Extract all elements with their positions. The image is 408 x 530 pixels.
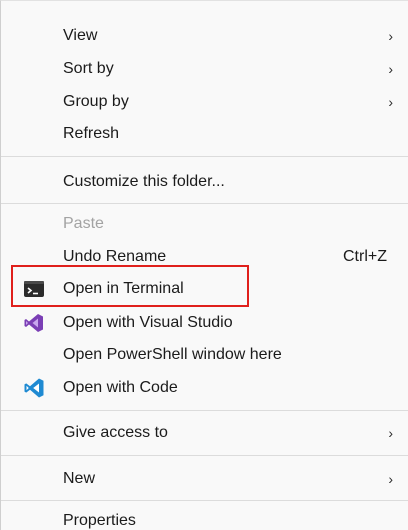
menu-item-label: Properties [63, 512, 136, 529]
menu-item-label: Undo Rename [63, 248, 167, 265]
chevron-right-icon: › [388, 61, 393, 77]
menu-item-label: Open PowerShell window here [63, 346, 282, 363]
context-menu: View › Sort by › Group by › Refresh Cust… [0, 0, 408, 530]
menu-item-paste: Paste [1, 208, 408, 240]
menu-item-label: Paste [63, 215, 104, 232]
menu-item-refresh[interactable]: Refresh [1, 118, 408, 150]
menu-separator [1, 500, 408, 501]
menu-separator [1, 410, 408, 411]
menu-item-label: New [63, 470, 96, 487]
menu-item-label: Customize this folder... [63, 173, 225, 190]
shortcut-label: Ctrl+Z [343, 248, 387, 265]
menu-item-label: Open with Code [63, 379, 178, 396]
menu-item-label: Sort by [63, 60, 114, 77]
menu-separator [1, 203, 408, 204]
menu-item-customize-folder[interactable]: Customize this folder... [1, 166, 408, 198]
chevron-right-icon: › [388, 471, 393, 487]
menu-item-label: Open with Visual Studio [63, 314, 233, 331]
menu-item-open-with-visual-studio[interactable]: Open with Visual Studio [1, 307, 408, 339]
menu-separator [1, 156, 408, 157]
chevron-right-icon: › [388, 425, 393, 441]
menu-item-label: Give access to [63, 424, 168, 441]
menu-item-label: View [63, 27, 98, 44]
visual-studio-icon [23, 312, 45, 334]
vscode-icon [23, 377, 45, 399]
menu-item-label: Group by [63, 93, 129, 110]
chevron-right-icon: › [388, 94, 393, 110]
chevron-right-icon: › [388, 28, 393, 44]
menu-item-give-access[interactable]: Give access to › [1, 417, 408, 449]
menu-item-open-with-code[interactable]: Open with Code [1, 372, 408, 404]
menu-item-sort-by[interactable]: Sort by › [1, 53, 408, 85]
menu-item-new[interactable]: New › [1, 463, 408, 495]
menu-item-view[interactable]: View › [1, 20, 408, 52]
highlight-box [11, 265, 249, 307]
menu-separator [1, 455, 408, 456]
menu-item-open-powershell[interactable]: Open PowerShell window here [1, 339, 408, 371]
menu-item-label: Refresh [63, 125, 120, 142]
menu-item-group-by[interactable]: Group by › [1, 86, 408, 118]
menu-item-properties[interactable]: Properties [1, 505, 408, 530]
